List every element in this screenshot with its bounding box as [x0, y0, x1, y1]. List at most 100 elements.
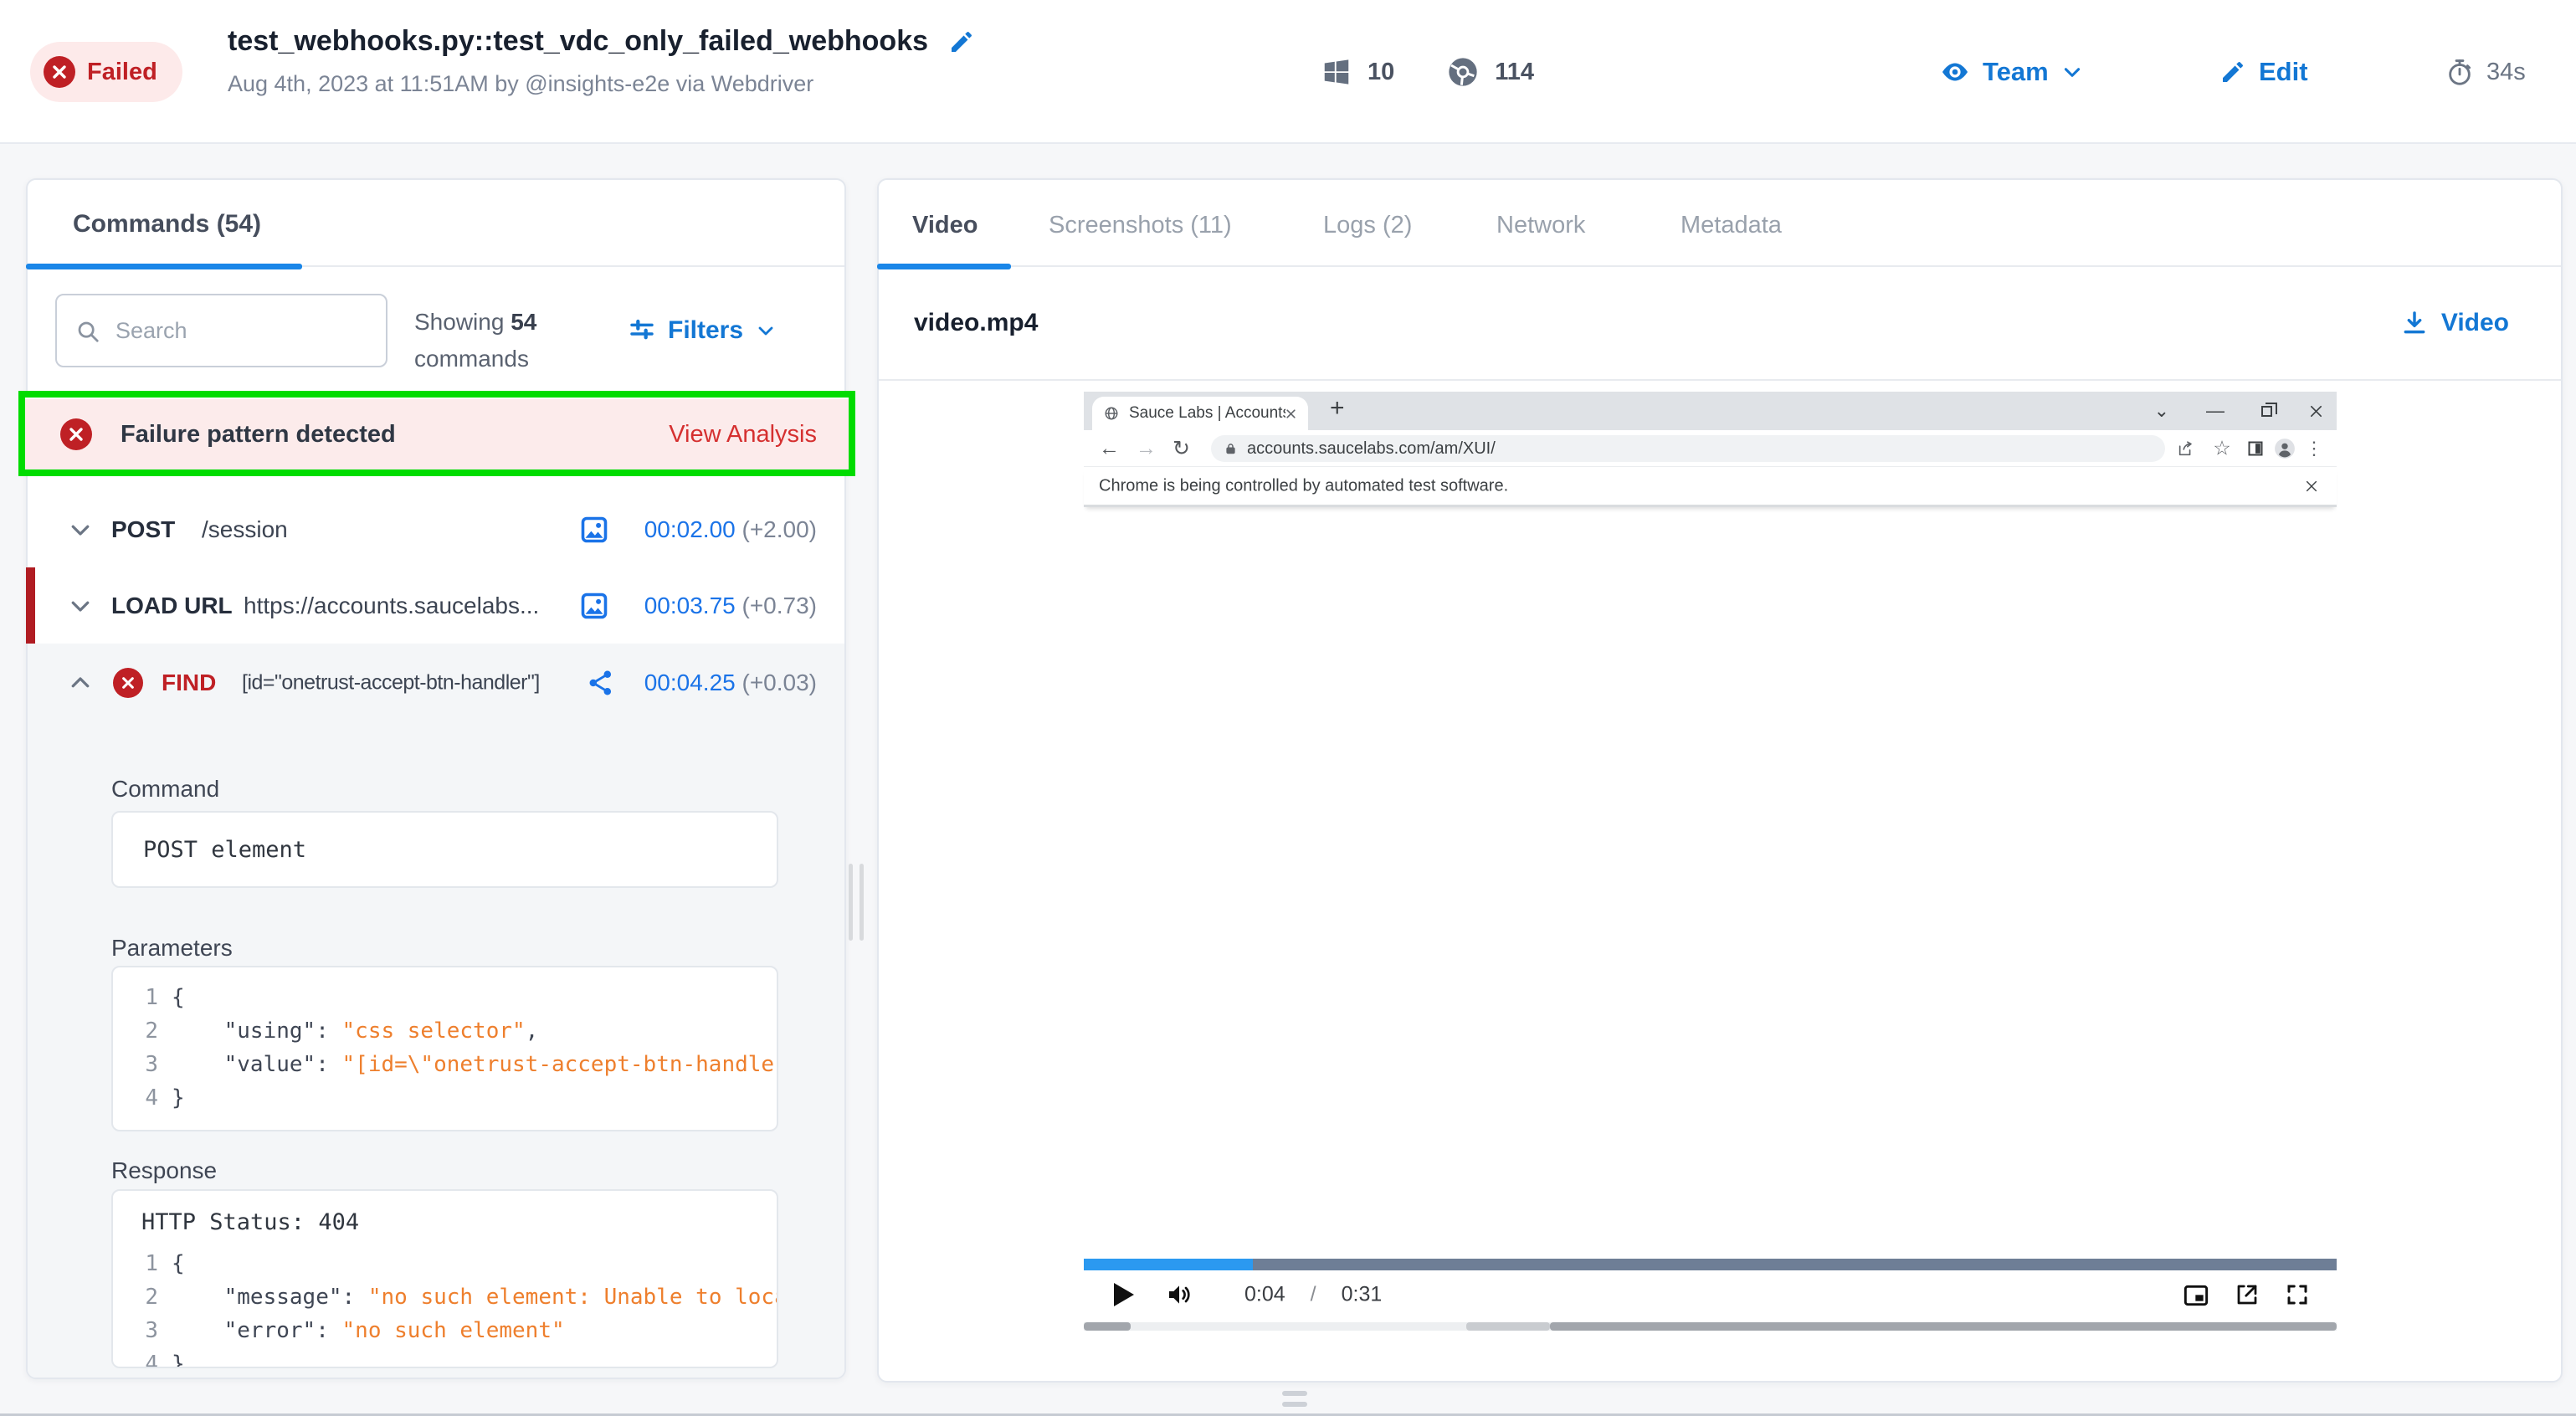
command-row-load-url[interactable]: LOAD URL https://accounts.saucelabs... 0… [28, 567, 844, 644]
media-tabs: Video Screenshots (11) Logs (2) Network … [879, 180, 2561, 267]
view-analysis-link[interactable]: View Analysis [669, 421, 817, 449]
video-progress-fill [1084, 1259, 1253, 1270]
infobar-text: Chrome is being controlled by automated … [1099, 476, 1508, 495]
scrollbar-thumb[interactable] [1466, 1322, 1550, 1331]
command-target: https://accounts.saucelabs... [244, 593, 539, 619]
back-icon: ← [1099, 436, 1120, 460]
horizontal-scrollbar[interactable] [1084, 1322, 2337, 1331]
screenshot-icon[interactable] [579, 591, 609, 621]
command-value: POST element [143, 837, 306, 863]
share-icon[interactable] [587, 669, 615, 697]
profile-avatar [2274, 438, 2296, 459]
video-player: Sauce Labs | Accounts + ⌄ — [1084, 392, 2337, 1331]
failure-banner-text: Failure pattern detected [121, 421, 396, 449]
bottom-resize-handle[interactable] [1282, 1391, 1307, 1407]
chevron-down-icon[interactable] [68, 517, 93, 542]
browser-tab-title: Sauce Labs | Accounts [1129, 404, 1285, 423]
time-separator: / [1311, 1283, 1316, 1307]
chevron-up-icon[interactable] [68, 670, 93, 695]
command-target: /session [202, 516, 288, 543]
tab-close-icon [1285, 408, 1296, 419]
browser-version: 114 [1495, 59, 1534, 86]
panel-resize-handle[interactable] [849, 864, 869, 941]
main-content: Commands (54) Showing 54 commands Filter… [0, 144, 2576, 1416]
video-frame: Sauce Labs | Accounts + ⌄ — [1084, 392, 2337, 1259]
current-time: 0:04 [1244, 1283, 1285, 1307]
response-code-box: HTTP Status: 404 1{2 "message": "no such… [111, 1189, 778, 1368]
screenshot-icon[interactable] [579, 515, 609, 545]
showing-count-label: Showing 54 commands [414, 304, 536, 377]
command-method: POST [111, 516, 175, 543]
scrollbar-thumb[interactable] [1550, 1322, 2337, 1331]
tab-screenshots[interactable]: Screenshots (11) [1049, 212, 1232, 239]
automation-infobar: Chrome is being controlled by automated … [1084, 467, 2337, 507]
stopwatch-icon [2445, 58, 2474, 86]
pencil-icon [2219, 59, 2246, 85]
download-label: Video [2441, 309, 2509, 337]
window-minimize-icon: — [2206, 400, 2224, 422]
failed-icon [44, 56, 75, 88]
video-file-name: video.mp4 [914, 309, 1038, 337]
status-badge-label: Failed [87, 59, 157, 86]
search-input-wrap [55, 294, 387, 367]
edit-button[interactable]: Edit [2219, 0, 2308, 144]
active-tab-underline [26, 264, 302, 269]
chrome-icon [1446, 55, 1480, 89]
command-value-box: POST element [111, 811, 778, 888]
share-page-icon [2177, 439, 2195, 458]
tab-logs[interactable]: Logs (2) [1323, 212, 1412, 239]
tab-commands[interactable]: Commands (54) [73, 210, 261, 239]
command-timing: 00:02.00 (+2.00) [644, 516, 817, 543]
video-time: 0:04 / 0:31 [1244, 1283, 1382, 1307]
play-button[interactable] [1114, 1283, 1134, 1306]
rename-icon[interactable] [948, 28, 975, 55]
tab-video[interactable]: Video [912, 212, 978, 239]
browser-tab: Sauce Labs | Accounts [1092, 397, 1308, 430]
window-controls: ⌄ — [2154, 392, 2323, 430]
error-icon [113, 668, 143, 698]
duration-value: 34s [2486, 59, 2526, 86]
scrollbar-thumb[interactable] [1084, 1322, 1131, 1331]
team-dropdown[interactable]: Team [1940, 0, 2083, 144]
download-video-button[interactable]: Video [2401, 309, 2509, 337]
open-external-icon[interactable] [2235, 1282, 2260, 1307]
error-icon [60, 418, 92, 450]
url-text: accounts.saucelabs.com/am/XUI/ [1247, 439, 1496, 459]
edit-label: Edit [2259, 57, 2308, 87]
volume-icon[interactable] [1166, 1281, 1193, 1308]
test-duration: 34s [2445, 0, 2526, 144]
filters-dropdown[interactable]: Filters [629, 294, 776, 367]
commands-panel-tabs: Commands (54) [28, 180, 844, 267]
picture-in-picture-icon[interactable] [2183, 1282, 2209, 1309]
failure-banner-highlight: Failure pattern detected View Analysis [18, 391, 855, 476]
search-input[interactable] [114, 299, 375, 362]
tab-metadata[interactable]: Metadata [1681, 212, 1782, 239]
command-row-post-session[interactable]: POST /session 00:02.00 (+2.00) [28, 491, 844, 567]
search-icon [75, 319, 100, 344]
video-controls: 0:04 / 0:31 [1084, 1270, 2337, 1319]
os-version: 10 [1368, 59, 1394, 86]
failure-pattern-banner: Failure pattern detected View Analysis [25, 398, 849, 469]
commands-panel: Commands (54) Showing 54 commands Filter… [26, 178, 846, 1379]
side-panel-icon [2247, 440, 2264, 457]
command-timing: 00:03.75 (+0.73) [644, 593, 817, 619]
window-restore-icon [2261, 406, 2272, 417]
video-progress-bar[interactable] [1084, 1259, 2337, 1270]
window-menu-chevron-icon: ⌄ [2154, 400, 2169, 422]
command-section-label: Command [111, 776, 219, 803]
command-timing: 00:04.25 (+0.03) [644, 670, 817, 696]
test-metadata: Aug 4th, 2023 at 11:51AM by @insights-e2… [228, 71, 975, 97]
command-row-find-failed[interactable]: FIND [id="onetrust-accept-btn-handler"] … [28, 644, 844, 721]
response-code-lines: 1{2 "message": "no such element: Unable … [113, 1247, 777, 1368]
fullscreen-icon[interactable] [2285, 1282, 2310, 1307]
page-title: test_webhooks.py::test_vdc_only_failed_w… [228, 25, 928, 58]
new-tab-icon: + [1330, 394, 1345, 423]
tab-network[interactable]: Network [1496, 212, 1585, 239]
globe-favicon [1104, 406, 1119, 421]
total-time: 0:31 [1342, 1283, 1383, 1307]
parameters-code-box: 1{2 "using": "css selector",3 "value": "… [111, 966, 778, 1131]
video-file-row: video.mp4 Video [879, 267, 2561, 381]
infobar-close-icon [2305, 480, 2318, 493]
bookmark-star-icon: ☆ [2213, 436, 2231, 460]
chevron-down-icon[interactable] [68, 593, 93, 618]
